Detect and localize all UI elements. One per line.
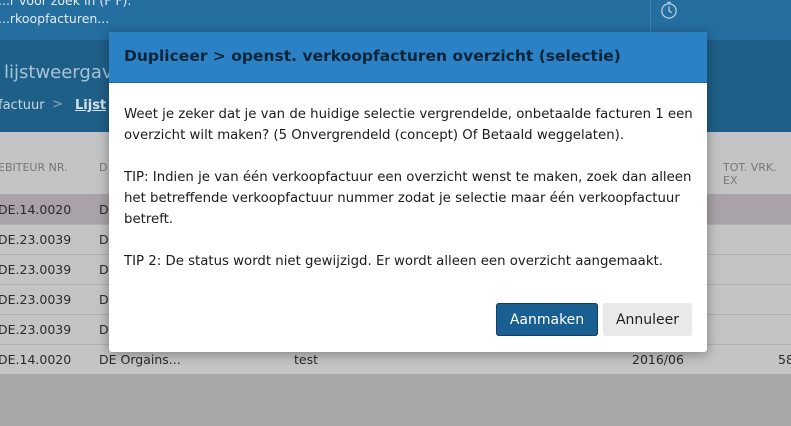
cell-debtor: DE.14.0020 [0, 202, 72, 217]
dialog-body: Weet je zeker dat je van de huidige sele… [124, 104, 694, 293]
cell-debtor: DE.23.0039 [0, 322, 72, 337]
cell-debtor: DE.23.0039 [0, 262, 72, 277]
search-input[interactable]: ...rkoopfacturen... [0, 11, 109, 26]
cell-amount: 58 [778, 352, 791, 367]
search-hint: ...r voor zoek in (F F). [0, 0, 132, 8]
dialog-title: Dupliceer > openst. verkoopfacturen over… [124, 47, 621, 65]
column-header-debtor[interactable]: EBITEUR NR. [0, 161, 68, 174]
page-title: lijstweergave [4, 62, 124, 83]
cell-period: 2016/06 [632, 352, 684, 367]
cell-debtor: DE.23.0039 [0, 232, 72, 247]
column-header-description[interactable]: D [99, 161, 107, 174]
cell-debtor: DE.14.0020 [0, 352, 72, 367]
cell-debtor: DE.23.0039 [0, 292, 72, 307]
cell-name: D [99, 232, 109, 247]
cancel-button[interactable]: Annuleer [603, 303, 692, 336]
cell-name: D [99, 322, 109, 337]
clock-icon[interactable] [660, 1, 678, 19]
duplicate-dialog: Dupliceer > openst. verkoopfacturen over… [109, 32, 707, 352]
dialog-tip: TIP: Indien je van één verkoopfactuur ee… [124, 170, 692, 227]
cell-description: test [294, 352, 319, 367]
cell-name: D [99, 262, 109, 277]
breadcrumb-item-invoice[interactable]: factuur [0, 98, 45, 113]
cell-name: D [99, 292, 109, 307]
dialog-tip-2: TIP 2: De status wordt niet gewijzigd. E… [124, 254, 663, 269]
dialog-header: Dupliceer > openst. verkoopfacturen over… [109, 32, 707, 83]
column-header-total[interactable]: TOT. VRK. EX [723, 161, 791, 187]
cell-name: D [99, 202, 109, 217]
create-button[interactable]: Aanmaken [496, 303, 598, 336]
page-footer-area [0, 374, 791, 426]
cell-name: DE Orgains... [99, 352, 181, 367]
dialog-message: Weet je zeker dat je van de huidige sele… [124, 107, 693, 143]
breadcrumb-item-list[interactable]: Lijst [75, 98, 106, 113]
breadcrumb-separator: > [52, 97, 63, 112]
